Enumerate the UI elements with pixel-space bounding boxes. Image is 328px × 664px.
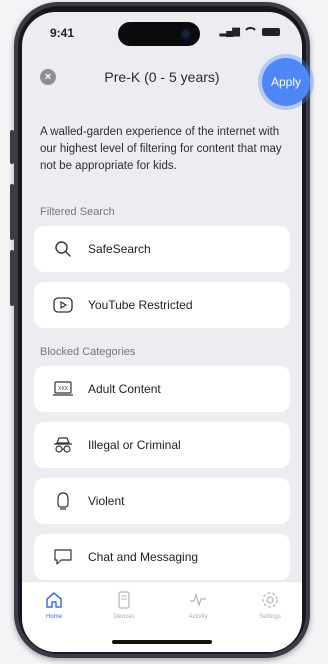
option-label: Adult Content <box>88 382 161 396</box>
modal-header: × Pre-K (0 - 5 years) <box>22 56 302 100</box>
option-label: Illegal or Criminal <box>88 438 181 452</box>
xxx-laptop-icon: XXX <box>52 378 74 400</box>
home-indicator <box>112 640 212 644</box>
play-icon <box>52 294 74 316</box>
section-label-blocked-categories: Blocked Categories <box>40 346 136 358</box>
wifi-icon <box>243 26 258 37</box>
tab-label: Activity <box>188 614 208 620</box>
fist-icon <box>52 490 74 512</box>
section-label-filtered-search: Filtered Search <box>40 206 115 218</box>
side-button-upper <box>10 130 14 164</box>
activity-icon <box>168 590 228 610</box>
option-illegal-or-criminal[interactable]: Illegal or Criminal <box>34 422 290 468</box>
tab-label: Settings <box>259 614 281 620</box>
option-adult-content[interactable]: XXX Adult Content <box>34 366 290 412</box>
tab-devices[interactable]: Devices <box>94 590 154 620</box>
option-youtube-restricted[interactable]: YouTube Restricted <box>34 282 290 328</box>
apply-button[interactable]: Apply <box>262 58 310 106</box>
option-label: SafeSearch <box>88 242 151 256</box>
status-bar: 9:41 ▂▄▆ <box>22 12 302 48</box>
option-label: Chat and Messaging <box>88 550 199 564</box>
disguise-icon <box>52 434 74 456</box>
side-button-lower <box>10 250 14 306</box>
status-icons: ▂▄▆ <box>220 26 280 37</box>
svg-text:XXX: XXX <box>58 386 69 392</box>
option-label: YouTube Restricted <box>88 298 193 312</box>
option-safesearch[interactable]: SafeSearch <box>34 226 290 272</box>
camera-icon <box>180 28 192 40</box>
gear-icon <box>240 590 300 610</box>
option-label: Violent <box>88 494 125 508</box>
tab-label: Devices <box>113 614 135 620</box>
option-chat-and-messaging[interactable]: Chat and Messaging <box>34 534 290 580</box>
profile-description: A walled-garden experience of the intern… <box>40 126 282 172</box>
search-icon <box>52 238 74 260</box>
close-button[interactable]: × <box>40 69 56 85</box>
home-icon <box>24 590 84 610</box>
dynamic-island <box>118 22 200 46</box>
chat-bubble-icon <box>52 546 74 568</box>
status-time: 9:41 <box>50 26 75 40</box>
devices-icon <box>94 590 154 610</box>
tab-bar: Home Devices Activity Settings <box>22 581 302 652</box>
tab-label: Home <box>45 614 62 620</box>
option-violent[interactable]: Violent <box>34 478 290 524</box>
tab-home[interactable]: Home <box>24 590 84 620</box>
tab-activity[interactable]: Activity <box>168 590 228 620</box>
page-title: Pre-K (0 - 5 years) <box>104 69 220 85</box>
side-button-middle <box>10 184 14 240</box>
phone-screen: 9:41 ▂▄▆ × Pre-K (0 - 5 years) A walled-… <box>22 12 302 652</box>
battery-icon <box>262 27 280 36</box>
tab-settings[interactable]: Settings <box>240 590 300 620</box>
signal-icon: ▂▄▆ <box>219 26 240 37</box>
